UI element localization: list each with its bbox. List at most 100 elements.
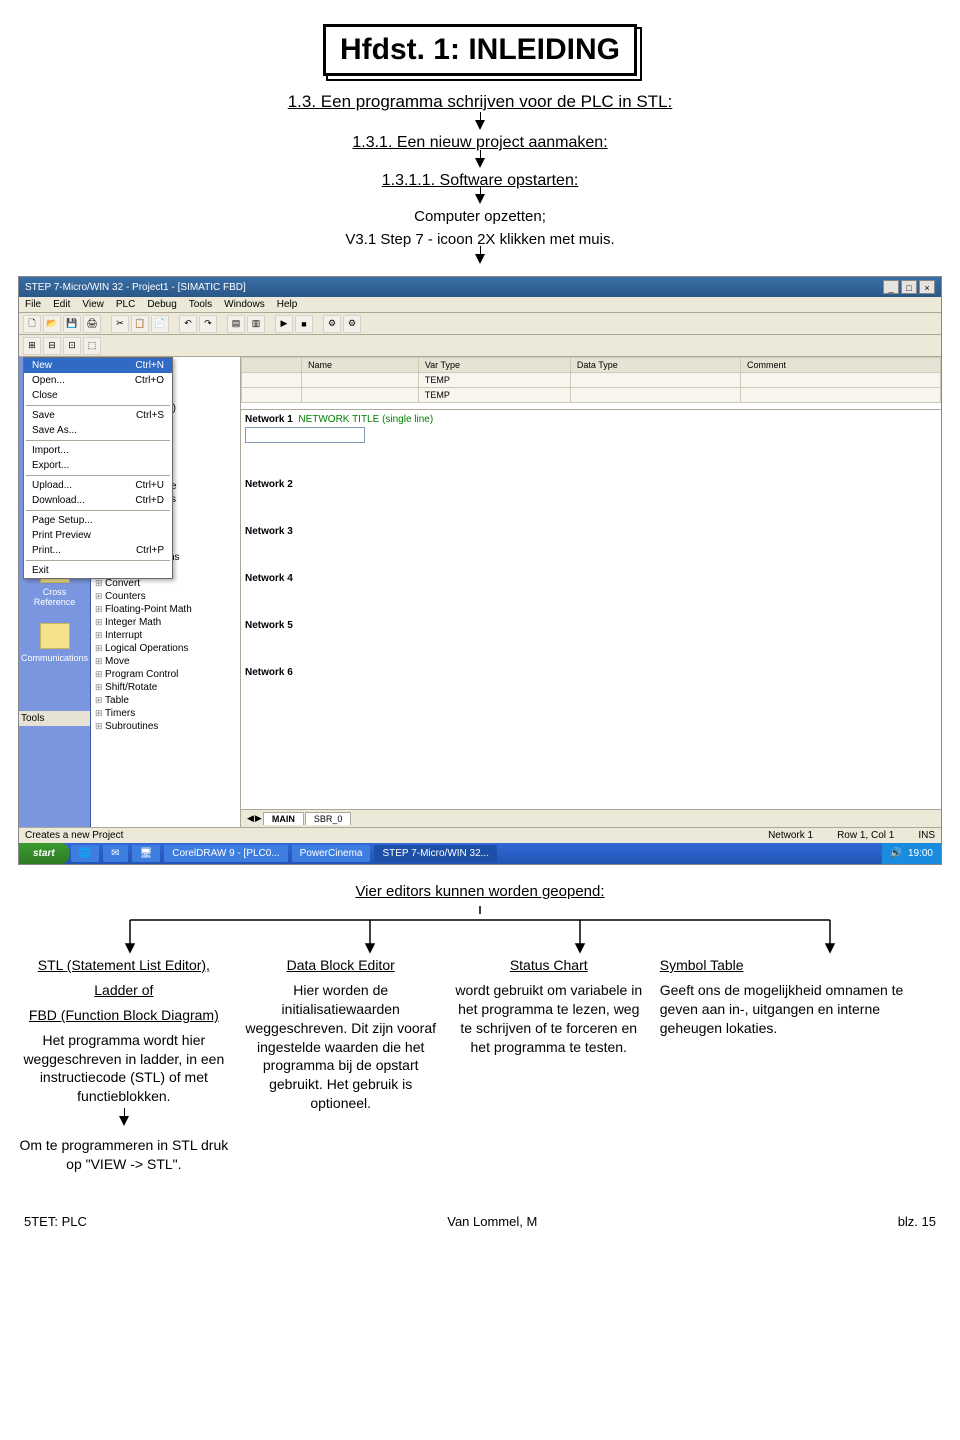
menu-item[interactable]: File bbox=[25, 299, 41, 310]
file-menu-item[interactable]: Print Preview bbox=[24, 528, 172, 543]
toolbar-button[interactable]: ✂ bbox=[111, 315, 129, 333]
instruction-line: V3.1 Step 7 - icoon 2X klikken met muis. bbox=[18, 231, 942, 248]
window-title: STEP 7-Micro/WIN 32 - Project1 - [SIMATI… bbox=[25, 282, 246, 293]
editors-heading: Vier editors kunnen worden geopend: bbox=[18, 883, 942, 900]
toolbar-button[interactable]: ↶ bbox=[179, 315, 197, 333]
file-menu-item[interactable]: NewCtrl+N bbox=[24, 358, 172, 373]
toolbar-button[interactable]: ⚙ bbox=[343, 315, 361, 333]
taskbar-quick-icon[interactable]: 🖥 bbox=[132, 845, 161, 862]
taskbar-item[interactable]: PowerCinema bbox=[292, 845, 371, 862]
file-menu-item[interactable]: Import... bbox=[24, 443, 172, 458]
toolbar-button[interactable]: ■ bbox=[295, 315, 313, 333]
table-row[interactable]: TEMP bbox=[242, 388, 941, 403]
toolbar-button[interactable]: 📄 bbox=[151, 315, 169, 333]
toolbar-button[interactable]: ▤ bbox=[227, 315, 245, 333]
toolbar-button[interactable]: 💾 bbox=[63, 315, 81, 333]
network-row[interactable]: Network 2 bbox=[245, 479, 937, 490]
tree-node[interactable]: Floating-Point Math bbox=[95, 603, 236, 616]
tree-node[interactable]: Logical Operations bbox=[95, 642, 236, 655]
tree-node[interactable]: Interrupt bbox=[95, 629, 236, 642]
file-menu-item[interactable]: Close bbox=[24, 388, 172, 403]
file-menu-dropdown[interactable]: NewCtrl+NOpen...Ctrl+OClose SaveCtrl+SSav… bbox=[23, 357, 173, 579]
toolbar-button[interactable]: ▶ bbox=[275, 315, 293, 333]
tree-node[interactable]: Timers bbox=[95, 707, 236, 720]
toolbar-button[interactable]: 📋 bbox=[131, 315, 149, 333]
network-row[interactable]: Network 1 NETWORK TITLE (single line) bbox=[245, 414, 937, 443]
toolbar-button[interactable]: ⊡ bbox=[63, 337, 81, 355]
tray-icon[interactable]: 🔊 bbox=[890, 848, 902, 859]
file-menu-item[interactable]: Save As... bbox=[24, 423, 172, 438]
tree-node[interactable]: Subroutines bbox=[95, 720, 236, 733]
editor-col-title: Symbol Table bbox=[660, 956, 942, 975]
editor-tabs[interactable]: ◀ ▶ MAIN SBR_0 bbox=[241, 809, 941, 827]
editor-col-title: Ladder of bbox=[18, 981, 230, 1000]
table-row[interactable]: TEMP bbox=[242, 373, 941, 388]
network-row[interactable]: Network 3 bbox=[245, 526, 937, 537]
file-menu-item[interactable]: Open...Ctrl+O bbox=[24, 373, 172, 388]
toolbar-button[interactable]: ⚙ bbox=[323, 315, 341, 333]
menu-item[interactable]: Edit bbox=[53, 299, 70, 310]
table-header[interactable]: Comment bbox=[741, 358, 941, 373]
tree-node[interactable]: Counters bbox=[95, 590, 236, 603]
network-row[interactable]: Network 4 bbox=[245, 573, 937, 584]
network-row[interactable]: Network 5 bbox=[245, 620, 937, 631]
file-menu-item[interactable]: Upload...Ctrl+U bbox=[24, 478, 172, 493]
taskbar-quick-icon[interactable]: 🌐 bbox=[71, 845, 99, 862]
table-header[interactable]: Name bbox=[302, 358, 419, 373]
system-tray[interactable]: 🔊 19:00 bbox=[882, 843, 941, 864]
file-menu-item[interactable]: Exit bbox=[24, 563, 172, 578]
editor-col-body: Hier worden de initialisatiewaarden wegg… bbox=[244, 981, 438, 1113]
menu-item[interactable]: PLC bbox=[116, 299, 135, 310]
tree-node[interactable]: Move bbox=[95, 655, 236, 668]
tree-node[interactable]: Table bbox=[95, 694, 236, 707]
network-input[interactable] bbox=[245, 427, 365, 443]
nav-tools-label[interactable]: Tools bbox=[19, 711, 90, 726]
menu-item[interactable]: Help bbox=[277, 299, 298, 310]
menubar[interactable]: File Edit View PLC Debug Tools Windows H… bbox=[19, 297, 941, 313]
menu-item[interactable]: Windows bbox=[224, 299, 265, 310]
file-menu-item[interactable]: Page Setup... bbox=[24, 513, 172, 528]
window-titlebar[interactable]: STEP 7-Micro/WIN 32 - Project1 - [SIMATI… bbox=[19, 277, 941, 297]
tab[interactable]: MAIN bbox=[263, 812, 304, 825]
windows-taskbar[interactable]: start 🌐 ✉ 🖥 CorelDRAW 9 - [PLC0... Power… bbox=[19, 843, 941, 864]
toolbar-button[interactable]: 🗋 bbox=[23, 315, 41, 333]
variable-table[interactable]: Name Var Type Data Type Comment TEMP TEM… bbox=[241, 357, 941, 403]
tree-node[interactable]: Shift/Rotate bbox=[95, 681, 236, 694]
close-icon[interactable]: × bbox=[919, 280, 935, 294]
menu-item[interactable]: Debug bbox=[147, 299, 176, 310]
file-menu-item[interactable]: Download...Ctrl+D bbox=[24, 493, 172, 508]
network-row[interactable]: Network 6 bbox=[245, 667, 937, 678]
toolbar-button[interactable]: ▥ bbox=[247, 315, 265, 333]
taskbar-quick-icon[interactable]: ✉ bbox=[103, 845, 127, 862]
tree-node[interactable]: Program Control bbox=[95, 668, 236, 681]
minimize-icon[interactable]: _ bbox=[883, 280, 899, 294]
maximize-icon[interactable]: □ bbox=[901, 280, 917, 294]
taskbar-item[interactable]: STEP 7-Micro/WIN 32... bbox=[374, 845, 497, 862]
editor-main: Name Var Type Data Type Comment TEMP TEM… bbox=[241, 357, 941, 827]
tab-nav-icon[interactable]: ◀ bbox=[247, 813, 254, 824]
toolbar-button[interactable]: ⊞ bbox=[23, 337, 41, 355]
file-menu-item[interactable]: Export... bbox=[24, 458, 172, 473]
table-header[interactable] bbox=[242, 358, 302, 373]
tab-nav-icon[interactable]: ▶ bbox=[255, 813, 262, 824]
arrow-icon bbox=[475, 158, 485, 168]
file-menu-item[interactable]: Print...Ctrl+P bbox=[24, 543, 172, 558]
tab[interactable]: SBR_0 bbox=[305, 812, 352, 825]
toolbar-button[interactable]: ⊟ bbox=[43, 337, 61, 355]
network-area[interactable]: Network 1 NETWORK TITLE (single line) Ne… bbox=[241, 409, 941, 809]
table-header[interactable]: Var Type bbox=[418, 358, 570, 373]
toolbar-button[interactable]: 📂 bbox=[43, 315, 61, 333]
arrow-icon bbox=[475, 254, 485, 264]
file-menu-item[interactable]: SaveCtrl+S bbox=[24, 408, 172, 423]
menu-item[interactable]: Tools bbox=[189, 299, 212, 310]
toolbar-button[interactable]: ↷ bbox=[199, 315, 217, 333]
toolbar-button[interactable]: ⬚ bbox=[83, 337, 101, 355]
menu-item[interactable]: View bbox=[82, 299, 104, 310]
nav-item[interactable]: Communications bbox=[19, 615, 90, 671]
toolbar-button[interactable]: 🖨 bbox=[83, 315, 101, 333]
start-button[interactable]: start bbox=[19, 843, 69, 864]
table-header[interactable]: Data Type bbox=[570, 358, 740, 373]
arrow-icon bbox=[119, 1116, 129, 1126]
tree-node[interactable]: Integer Math bbox=[95, 616, 236, 629]
taskbar-item[interactable]: CorelDRAW 9 - [PLC0... bbox=[164, 845, 287, 862]
